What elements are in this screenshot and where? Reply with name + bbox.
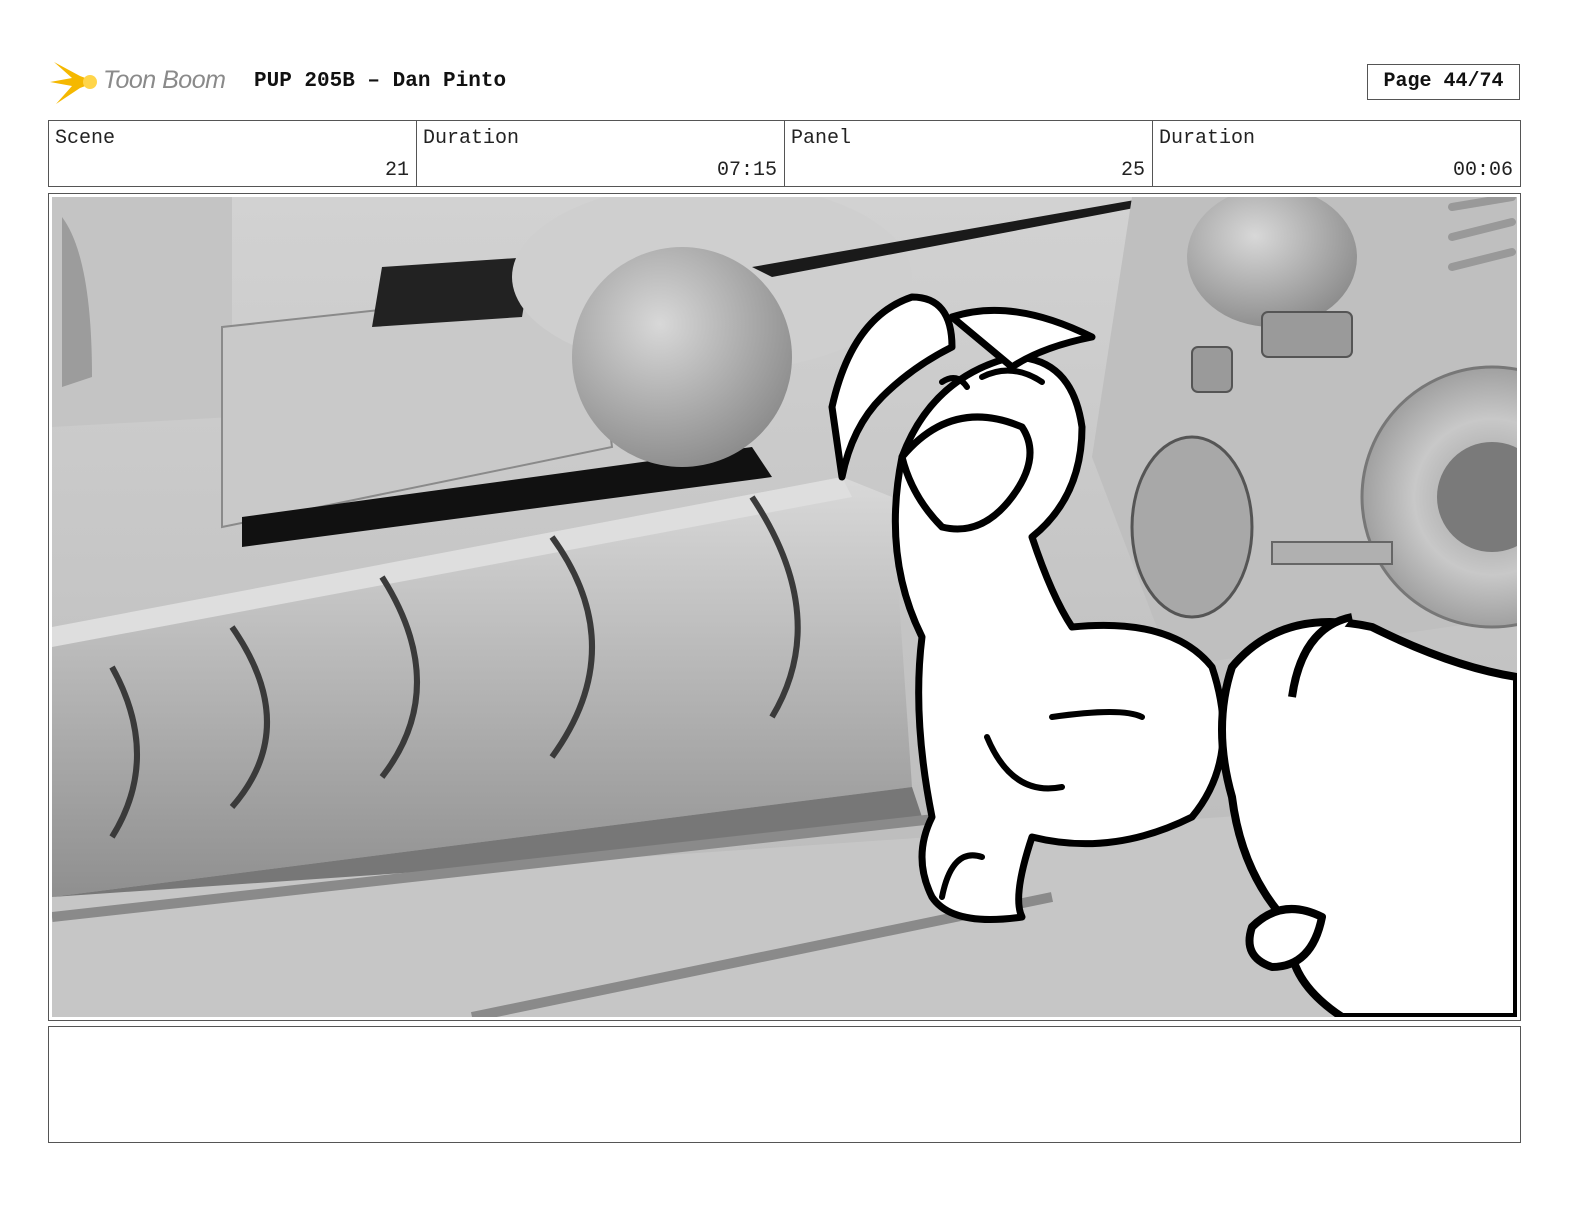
scene-label: Scene — [55, 127, 116, 150]
panel-duration-label: Duration — [1159, 127, 1256, 150]
scene-value: 21 — [384, 159, 409, 182]
logo-text: Toon Boom — [103, 66, 226, 94]
panel-label: Panel — [791, 127, 852, 150]
storyboard-panel-image — [52, 197, 1517, 1017]
scene-duration-label: Duration — [423, 127, 520, 150]
page-indicator: Page 44/74 — [1367, 64, 1520, 100]
storyboard-drawing — [52, 197, 1517, 1017]
document-title: PUP 205B – Dan Pinto — [254, 70, 507, 93]
panel-value: 25 — [1120, 159, 1145, 182]
scene-duration-value: 07:15 — [716, 159, 777, 182]
panel-duration-cell: Duration 00:06 — [1153, 121, 1520, 186]
toon-boom-logo: Toon Boom — [50, 56, 240, 108]
info-row: Scene 21 Duration 07:15 Panel 25 Duratio… — [48, 120, 1521, 187]
panel-duration-value: 00:06 — [1452, 159, 1513, 182]
scene-cell: Scene 21 — [49, 121, 417, 186]
starburst-icon — [50, 62, 97, 104]
panel-cell: Panel 25 — [785, 121, 1153, 186]
scene-duration-cell: Duration 07:15 — [417, 121, 785, 186]
panel-notes-box — [48, 1026, 1521, 1143]
